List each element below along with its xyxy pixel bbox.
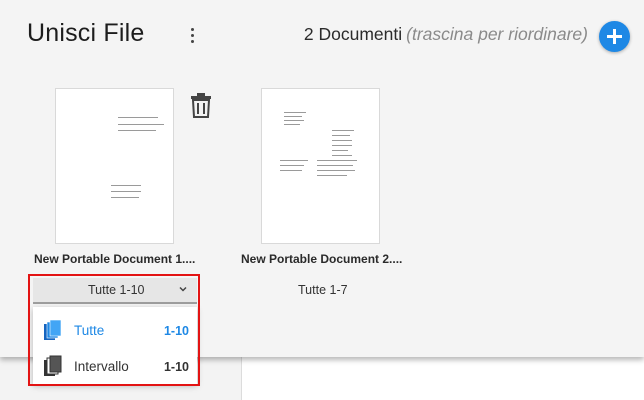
- page-range-label-2[interactable]: Tutte 1-7: [298, 283, 348, 297]
- document-name-1: New Portable Document 1....: [34, 252, 196, 266]
- add-document-button[interactable]: [599, 21, 630, 52]
- background-content: [242, 357, 644, 400]
- page-range-dropdown-menu: Tutte 1-10 Intervallo 1-10: [33, 307, 197, 384]
- document-thumbnail-1[interactable]: [55, 88, 174, 244]
- document-name-2: New Portable Document 2....: [241, 252, 403, 266]
- page-range-value: Tutte 1-10: [88, 283, 145, 297]
- document-thumbnail-2[interactable]: [261, 88, 380, 244]
- trash-icon[interactable]: [190, 92, 212, 118]
- merge-files-panel: Unisci File 2 Documenti (trascina per rio…: [0, 0, 644, 357]
- stacked-pages-blue-icon: [44, 319, 62, 340]
- menu-item-label: Tutte: [74, 323, 105, 338]
- reorder-hint: (trascina per riordinare): [406, 24, 588, 44]
- menu-item-range: 1-10: [163, 360, 189, 374]
- chevron-down-icon: [179, 286, 187, 292]
- page-range-select[interactable]: Tutte 1-10: [33, 278, 197, 304]
- menu-item-label: Intervallo: [74, 359, 129, 374]
- stacked-pages-gray-icon: [44, 355, 62, 376]
- more-options-icon[interactable]: [186, 28, 198, 48]
- menu-item-range: 1-10: [163, 324, 189, 338]
- menu-item-tutte[interactable]: Tutte 1-10: [33, 311, 197, 347]
- page-title: Unisci File: [27, 19, 145, 47]
- document-count: 2 Documenti (trascina per riordinare): [304, 24, 588, 45]
- document-count-label: 2 Documenti: [303, 24, 403, 44]
- menu-item-intervallo[interactable]: Intervallo 1-10: [33, 347, 197, 383]
